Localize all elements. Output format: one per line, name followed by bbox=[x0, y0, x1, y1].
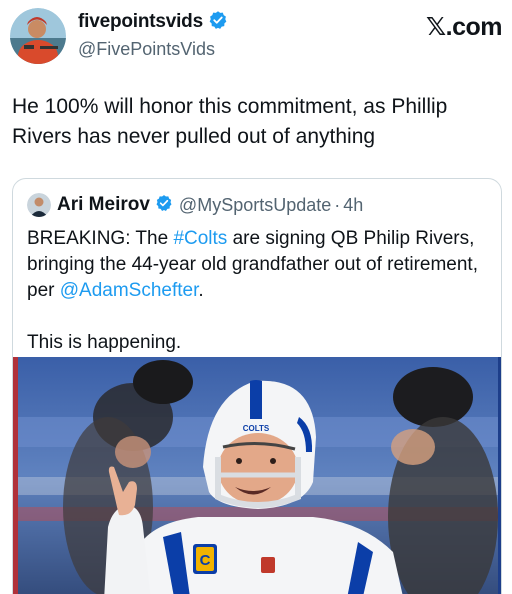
tweet-header: fivepointsvids @FivePointsVids 𝕏.com bbox=[10, 6, 503, 66]
photo-quarterback: C COLTS bbox=[13, 357, 501, 594]
profile-avatar[interactable] bbox=[10, 8, 66, 64]
tweet-text: He 100% will honor this commitment, as P… bbox=[12, 95, 448, 148]
user-handle[interactable]: @FivePointsVids bbox=[78, 39, 228, 60]
hashtag-link[interactable]: #Colts bbox=[173, 228, 227, 249]
mention-link[interactable]: @AdamSchefter bbox=[60, 280, 199, 301]
quoted-display-name[interactable]: Ari Meirov bbox=[57, 194, 150, 216]
quoted-media-image[interactable]: C COLTS bbox=[13, 357, 501, 594]
verified-badge-icon bbox=[155, 194, 173, 217]
quoted-timestamp[interactable]: 4h bbox=[343, 195, 363, 216]
quoted-text-segment: . bbox=[198, 280, 204, 301]
quoted-text-segment: BREAKING: The bbox=[27, 228, 174, 249]
display-name[interactable]: fivepointsvids bbox=[78, 11, 203, 33]
helmet-logo-text: COLTS bbox=[243, 424, 270, 433]
quoted-avatar[interactable] bbox=[27, 193, 51, 217]
verified-badge-icon bbox=[208, 10, 228, 35]
quoted-tweet-card[interactable]: Ari Meirov @MySportsUpdate · 4h BREAKING… bbox=[12, 178, 502, 594]
brand-logo: 𝕏.com bbox=[426, 13, 503, 41]
separator-dot: · bbox=[334, 194, 341, 215]
quoted-text-line2: This is happening. bbox=[27, 332, 182, 353]
captain-patch-letter: C bbox=[200, 552, 211, 569]
quoted-tweet-text: BREAKING: The #Colts are signing QB Phil… bbox=[27, 226, 493, 356]
quoted-tweet-header: Ari Meirov @MySportsUpdate · 4h bbox=[27, 192, 363, 218]
quoted-handle[interactable]: @MySportsUpdate bbox=[179, 195, 331, 216]
